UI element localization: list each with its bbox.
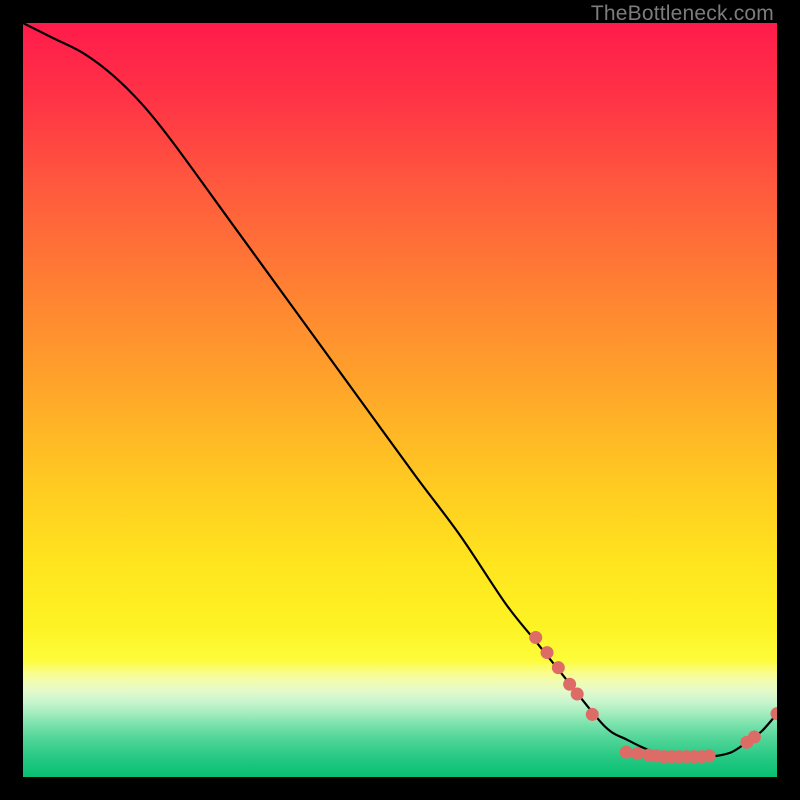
- data-markers: [529, 631, 777, 763]
- data-marker: [541, 646, 554, 659]
- data-marker: [631, 747, 644, 760]
- data-marker: [748, 731, 761, 744]
- bottleneck-curve: [23, 23, 777, 757]
- data-marker: [529, 631, 542, 644]
- chart-overlay: [23, 23, 777, 777]
- data-marker: [571, 688, 584, 701]
- data-marker: [552, 661, 565, 674]
- chart-stage: TheBottleneck.com: [0, 0, 800, 800]
- data-marker: [620, 746, 633, 759]
- data-marker: [771, 707, 778, 720]
- data-marker: [703, 749, 716, 762]
- data-marker: [586, 708, 599, 721]
- plot-area: [23, 23, 777, 777]
